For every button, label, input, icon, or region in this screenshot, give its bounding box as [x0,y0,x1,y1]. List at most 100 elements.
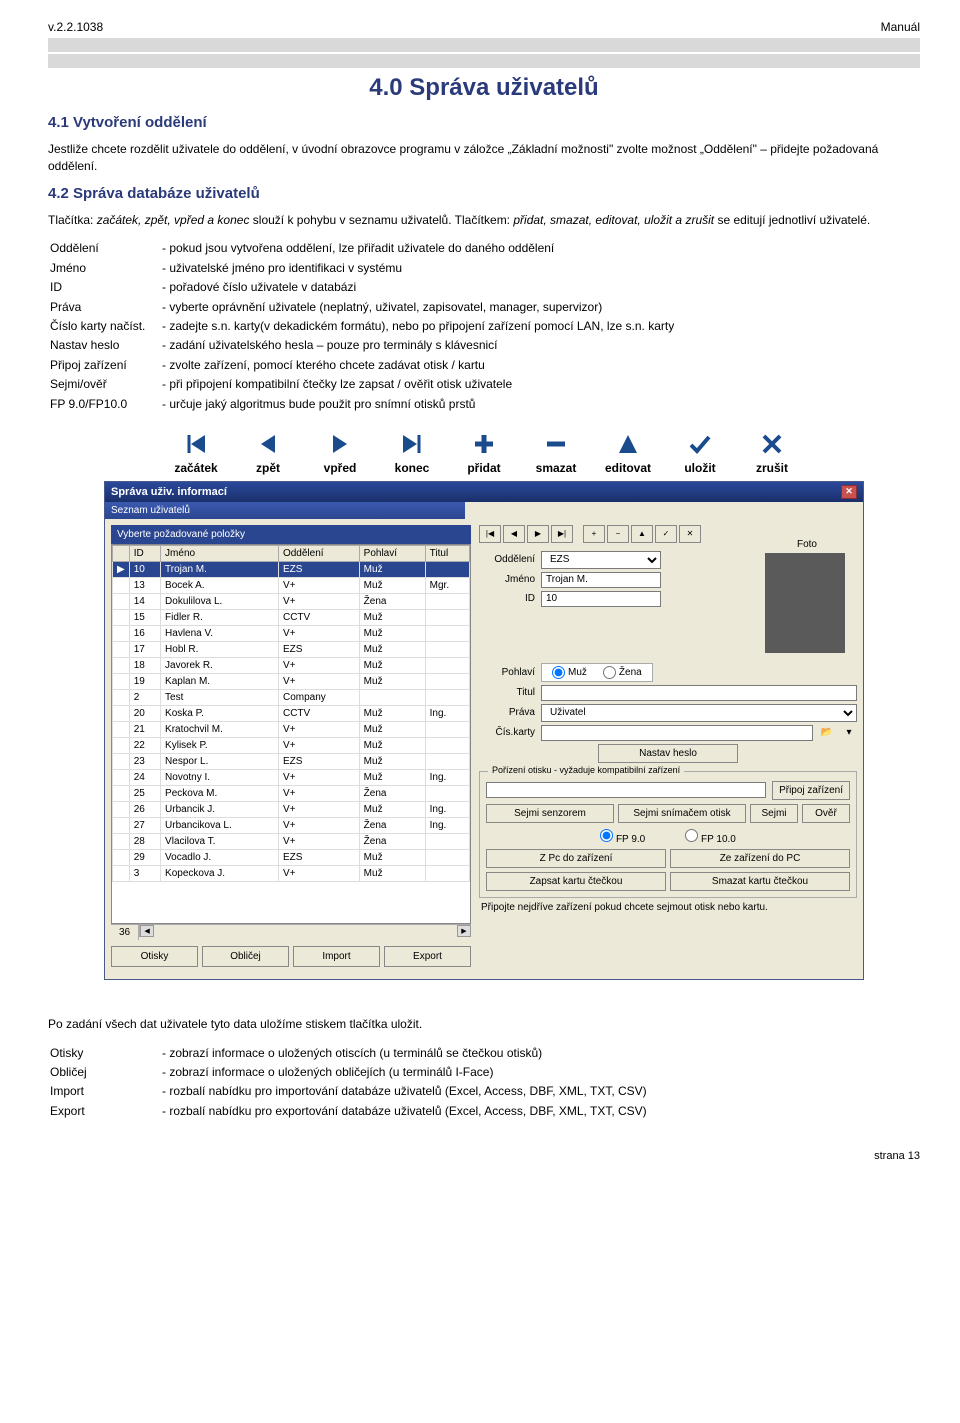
def-val: - zadání uživatelského hesla – pouze pro… [162,337,918,354]
table-row[interactable]: 19Kaplan M.V+Muž [113,673,470,689]
table-row[interactable]: 22Kylisek P.V+Muž [113,737,470,753]
nav-delete-icon[interactable]: − [607,525,629,543]
label-pohlavi: Pohlaví [479,667,535,678]
toolbar-zpět[interactable]: zpět [240,429,296,475]
section-text: Jestliže chcete rozdělit uživatele do od… [48,141,920,175]
import-button[interactable]: Import [293,946,380,967]
def-key: Export [50,1103,160,1120]
toolbar-smazat[interactable]: smazat [528,429,584,475]
radio-muz[interactable]: Muž [552,666,587,679]
scroll-left-icon[interactable]: ◀ [140,925,154,937]
toolbar-label: editovat [605,461,651,475]
toolbar-zrušit[interactable]: zrušit [744,429,800,475]
connect-device-button[interactable]: Připoj zařízení [772,781,850,800]
def-key: Import [50,1083,160,1100]
id-input[interactable] [541,591,661,607]
col-header[interactable]: Pohlaví [359,545,425,561]
post-text: Po zadání všech dat uživatele tyto data … [48,1016,920,1033]
scrollbar-horizontal[interactable]: ◀ ▶ [139,925,471,937]
pc-to-device-button[interactable]: Z Pc do zařízení [486,849,666,868]
photo-placeholder[interactable] [765,553,845,653]
titul-input[interactable] [541,685,857,701]
sejmi-snimac-button[interactable]: Sejmi snímačem otisk [618,804,746,823]
def-key: Práva [50,299,160,316]
table-row[interactable]: 16Havlena V.V+Muž [113,625,470,641]
table-row[interactable]: 18Javorek R.V+Muž [113,657,470,673]
toolbar: začátek zpět vpřed konec přidat smazat editova… [48,429,920,475]
col-header[interactable]: ID [129,545,160,561]
toolbar-začátek[interactable]: začátek [168,429,224,475]
toolbar-editovat[interactable]: editovat [600,429,656,475]
over-button[interactable]: Ověř [802,804,850,823]
def-key: Oddělení [50,240,160,257]
table-row[interactable]: 17Hobl R.EZSMuž [113,641,470,657]
table-row[interactable]: 29Vocadlo J.EZSMuž [113,849,470,865]
toolbar-konec[interactable]: konec [384,429,440,475]
divider [48,38,920,52]
col-header[interactable]: Titul [425,545,469,561]
fingerprint-fieldset: Pořízení otisku - vyžaduje kompatibilní … [479,771,857,898]
toolbar-přidat[interactable]: přidat [456,429,512,475]
row-count: 36 [111,925,139,940]
karta-input[interactable] [541,725,813,741]
nav-add-icon[interactable]: + [583,525,605,543]
def-val: - rozbalí nabídku pro exportování databá… [162,1103,918,1120]
user-table[interactable]: IDJménoOdděleníPohlavíTitul▶10Trojan M.E… [111,544,471,924]
oddeleni-select[interactable]: EZS [541,551,661,569]
radio-fp90[interactable]: FP 9.0 [600,829,645,845]
table-row[interactable]: 3Kopeckova J.V+Muž [113,865,470,881]
toolbar-vpřed[interactable]: vpřed [312,429,368,475]
delete-card-button[interactable]: Smazat kartu čtečkou [670,872,850,891]
table-row[interactable]: 25Peckova M.V+Žena [113,785,470,801]
nav-prev-icon[interactable]: ◀ [503,525,525,543]
table-row[interactable]: 21Kratochvil M.V+Muž [113,721,470,737]
nav-first-icon[interactable]: |◀ [479,525,501,543]
prava-select[interactable]: Uživatel [541,704,857,722]
table-row[interactable]: 15Fidler R.CCTVMuž [113,609,470,625]
label-prava: Práva [479,707,535,718]
export-button[interactable]: Export [384,946,471,967]
close-icon[interactable]: ✕ [841,485,857,499]
table-row[interactable]: 23Nespor L.EZSMuž [113,753,470,769]
scroll-right-icon[interactable]: ▶ [457,925,471,937]
sejmi-button[interactable]: Sejmi [750,804,798,823]
table-row[interactable]: 14Dokulilova L.V+Žena [113,593,470,609]
def-key: Nastav heslo [50,337,160,354]
table-row[interactable]: ▶10Trojan M.EZSMuž [113,561,470,577]
sejmi-senzor-button[interactable]: Sejmi senzorem [486,804,614,823]
section-heading: 4.2 Správa databáze uživatelů [48,185,920,202]
nav-cancel-icon[interactable]: ✕ [679,525,701,543]
col-header[interactable]: Jméno [161,545,279,561]
toolbar-label: smazat [536,461,577,475]
col-header[interactable]: Oddělení [278,545,359,561]
radio-fp100[interactable]: FP 10.0 [685,829,736,845]
table-row[interactable]: 27Urbancikova L.V+ŽenaIng. [113,817,470,833]
def-val: - určuje jaký algoritmus bude použit pro… [162,396,918,413]
dropdown-icon[interactable]: ▾ [841,725,857,741]
table-row[interactable]: 20Koska P.CCTVMužIng. [113,705,470,721]
table-row[interactable]: 13Bocek A.V+MužMgr. [113,577,470,593]
device-to-pc-button[interactable]: Ze zařízení do PC [670,849,850,868]
otisky-button[interactable]: Otisky [111,946,198,967]
obličej-button[interactable]: Obličej [202,946,289,967]
nav-save-icon[interactable]: ✓ [655,525,677,543]
table-row[interactable]: 28Vlacilova T.V+Žena [113,833,470,849]
jmeno-input[interactable] [541,572,661,588]
nav-edit-icon[interactable]: ▲ [631,525,653,543]
password-button[interactable]: Nastav heslo [598,744,738,763]
write-card-button[interactable]: Zapsat kartu čtečkou [486,872,666,891]
toolbar-uložit[interactable]: uložit [672,429,728,475]
def-key: Sejmi/ověř [50,376,160,393]
def-val: - při připojení kompatibilní čtečky lze … [162,376,918,393]
table-row[interactable]: 26Urbancik J.V+MužIng. [113,801,470,817]
device-input[interactable] [486,782,766,798]
radio-zena[interactable]: Žena [603,666,642,679]
začátek-icon [181,429,211,459]
nav-next-icon[interactable]: ▶ [527,525,549,543]
folder-icon[interactable]: 📂 [819,725,835,741]
label-jmeno: Jméno [479,574,535,585]
nav-last-icon[interactable]: ▶| [551,525,573,543]
table-row[interactable]: 2TestCompany [113,689,470,705]
toolbar-label: začátek [174,461,217,475]
table-row[interactable]: 24Novotny I.V+MužIng. [113,769,470,785]
